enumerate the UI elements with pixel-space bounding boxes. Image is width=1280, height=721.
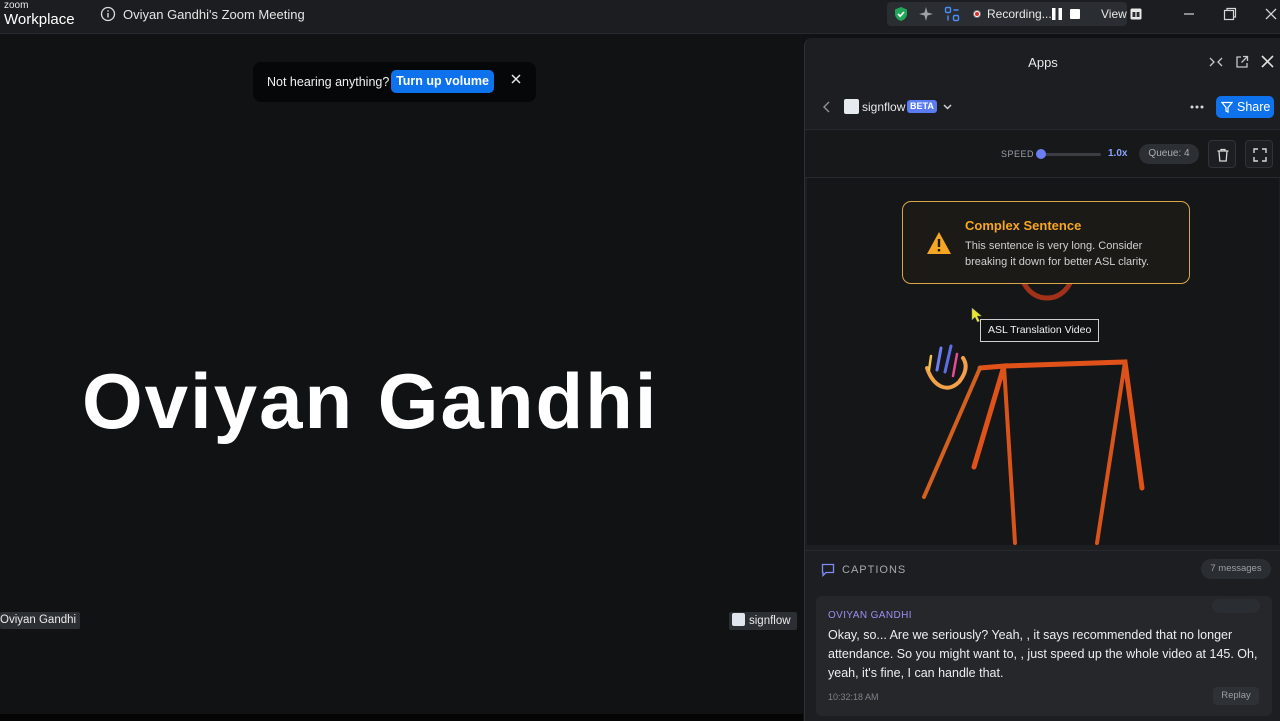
caption-text: Okay, so... Are we seriously? Yeah, , it… xyxy=(828,628,1258,680)
recording-label[interactable]: Recording... xyxy=(987,7,1052,21)
close-window-icon[interactable] xyxy=(1263,6,1279,22)
meeting-controls-strip xyxy=(0,714,803,721)
share-label: Share xyxy=(1237,100,1271,114)
share-button[interactable]: Share xyxy=(1216,96,1274,118)
chevron-down-icon[interactable] xyxy=(943,102,952,111)
trash-icon xyxy=(1217,148,1229,162)
apps-running-icon[interactable] xyxy=(944,6,960,22)
speed-label: SPEED xyxy=(1001,149,1035,159)
replay-button[interactable]: Replay xyxy=(1213,687,1259,705)
pop-out-icon[interactable] xyxy=(1235,55,1249,69)
pause-recording-icon[interactable] xyxy=(1052,8,1062,20)
app-header: signflow BETA Share xyxy=(805,90,1280,126)
video-tooltip: ASL Translation Video xyxy=(980,319,1100,342)
app-name-tag: signflow xyxy=(729,612,797,630)
caption-action-pill[interactable] xyxy=(1212,599,1260,613)
beta-badge: BETA xyxy=(907,100,937,113)
message-count-badge: 7 messages xyxy=(1201,559,1271,579)
close-panel-icon[interactable] xyxy=(1260,54,1275,69)
back-arrow-icon[interactable] xyxy=(821,100,833,114)
app-name[interactable]: signflow xyxy=(862,100,905,114)
chat-bubble-icon xyxy=(821,563,835,577)
ai-companion-icon[interactable] xyxy=(918,6,934,22)
zoom-workplace-logo: zoom Workplace xyxy=(4,0,75,28)
queue-badge: Queue: 4 xyxy=(1139,144,1199,164)
speed-value: 1.0x xyxy=(1108,148,1128,159)
signflow-logo-icon xyxy=(844,99,859,114)
close-icon[interactable] xyxy=(509,72,523,86)
view-menu-button[interactable]: View xyxy=(1101,7,1127,21)
logo-zoom-text: zoom xyxy=(4,0,29,11)
speed-slider-track[interactable] xyxy=(1041,153,1101,156)
security-shield-icon[interactable] xyxy=(893,6,909,22)
logo-workplace-text: Workplace xyxy=(4,11,75,28)
filter-icon xyxy=(1221,101,1233,113)
minimize-window-icon[interactable] xyxy=(1181,6,1197,22)
meeting-title: Oviyan Gandhi's Zoom Meeting xyxy=(123,7,305,22)
meeting-status-group: Recording... View xyxy=(887,2,1142,26)
more-options-icon[interactable] xyxy=(1189,100,1205,114)
alert-message: This sentence is very long. Consider bre… xyxy=(965,240,1150,268)
caption-message: OVIYAN GANDHI Okay, so... Are we serious… xyxy=(816,596,1272,716)
turn-up-volume-button[interactable]: Turn up volume xyxy=(391,70,494,93)
captions-label: CAPTIONS xyxy=(842,564,907,576)
main-video-stage: Not hearing anything? Turn up volume Ovi… xyxy=(0,34,803,721)
caption-speaker: OVIYAN GANDHI xyxy=(828,610,912,621)
info-icon[interactable] xyxy=(100,6,116,22)
caption-timestamp: 10:32:18 AM xyxy=(828,692,879,702)
complex-sentence-alert: Complex Sentence This sentence is very l… xyxy=(902,201,1190,284)
participant-name-tag: Oviyan Gandhi xyxy=(0,612,81,629)
app-tag-label: signflow xyxy=(749,615,791,627)
clear-queue-button[interactable] xyxy=(1208,140,1236,168)
speed-slider-thumb[interactable] xyxy=(1036,149,1046,159)
signflow-logo-icon xyxy=(732,613,745,626)
stop-recording-icon[interactable] xyxy=(1070,9,1080,19)
warning-icon xyxy=(927,232,951,254)
participant-display-name: Oviyan Gandhi xyxy=(82,357,659,445)
apps-panel: Apps signflow BETA Share SPEED 1.0x Queu… xyxy=(804,38,1280,721)
captions-header: CAPTIONS 7 messages xyxy=(805,550,1280,589)
mouse-cursor-icon xyxy=(971,307,983,323)
fullscreen-button[interactable] xyxy=(1245,140,1273,168)
title-bar: zoom Workplace Oviyan Gandhi's Zoom Meet… xyxy=(0,0,1280,34)
fullscreen-icon xyxy=(1253,148,1267,162)
asl-translation-video[interactable]: Complex Sentence This sentence is very l… xyxy=(807,178,1279,545)
playback-toolbar: SPEED 1.0x Queue: 4 xyxy=(805,129,1280,178)
collapse-panel-icon[interactable] xyxy=(1209,55,1223,69)
view-grid-icon[interactable] xyxy=(1130,8,1142,20)
audio-toast: Not hearing anything? Turn up volume xyxy=(253,62,536,102)
recording-indicator-icon xyxy=(973,10,981,18)
alert-title: Complex Sentence xyxy=(965,218,1082,233)
restore-window-icon[interactable] xyxy=(1222,6,1238,22)
toast-message: Not hearing anything? xyxy=(267,75,390,89)
